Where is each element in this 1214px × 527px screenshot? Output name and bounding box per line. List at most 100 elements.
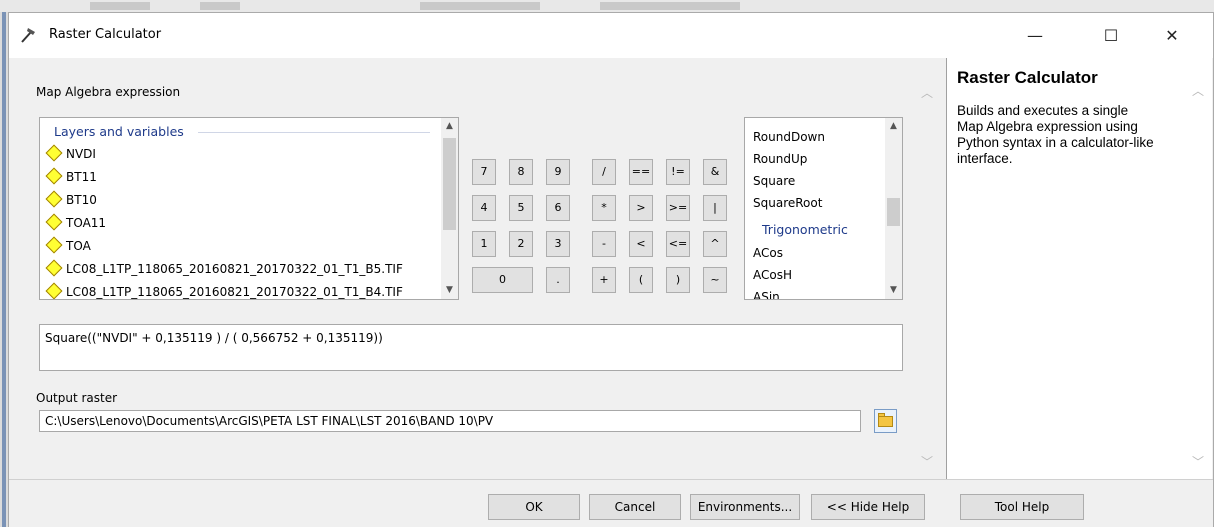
close-button[interactable]: ✕ bbox=[1149, 21, 1195, 51]
raster-layer-icon bbox=[45, 213, 63, 231]
calc-button[interactable]: ( bbox=[629, 267, 653, 293]
calc-button[interactable]: 2 bbox=[509, 231, 533, 257]
calc-button[interactable]: 7 bbox=[472, 159, 496, 185]
output-raster-path: C:\Users\Lenovo\Documents\ArcGIS\PETA LS… bbox=[45, 414, 494, 428]
chevron-up-icon[interactable]: ▲ bbox=[441, 118, 458, 135]
layers-list[interactable]: Layers and variables NVDI BT11 BT10 TOA1… bbox=[39, 117, 459, 300]
calc-button[interactable]: & bbox=[703, 159, 727, 185]
chevron-down-icon[interactable]: ﹀ bbox=[919, 453, 935, 470]
calc-button[interactable]: . bbox=[546, 267, 570, 293]
layer-item[interactable]: LC08_L1TP_118065_20160821_20170322_01_T1… bbox=[44, 282, 403, 299]
group-divider bbox=[198, 132, 430, 133]
layers-group-label: Layers and variables bbox=[54, 124, 184, 139]
layers-scrollbar[interactable]: ▲ ▼ bbox=[441, 118, 458, 299]
calc-button[interactable]: > bbox=[629, 195, 653, 221]
calc-button[interactable]: 8 bbox=[509, 159, 533, 185]
raster-calculator-dialog: Raster Calculator — ☐ ✕ Map Algebra expr… bbox=[8, 12, 1214, 527]
title-bar: Raster Calculator — ☐ ✕ bbox=[9, 13, 1213, 58]
calc-button[interactable]: + bbox=[592, 267, 616, 293]
calc-button[interactable]: >= bbox=[666, 195, 690, 221]
function-item[interactable]: RoundDown bbox=[753, 130, 825, 144]
functions-scrollbar[interactable]: ▲ ▼ bbox=[885, 118, 902, 299]
layer-item[interactable]: LC08_L1TP_118065_20160821_20170322_01_T1… bbox=[44, 259, 403, 280]
function-item[interactable]: ASin bbox=[753, 290, 780, 299]
ok-button[interactable]: OK bbox=[488, 494, 580, 520]
calc-button[interactable]: 4 bbox=[472, 195, 496, 221]
chevron-down-icon[interactable]: ▼ bbox=[885, 282, 902, 299]
function-group-label: Trigonometric bbox=[762, 222, 848, 237]
raster-layer-icon bbox=[45, 282, 63, 299]
calc-button[interactable]: == bbox=[629, 159, 653, 185]
layer-item[interactable]: NVDI bbox=[44, 144, 96, 165]
calc-button[interactable]: / bbox=[592, 159, 616, 185]
function-item[interactable]: RoundUp bbox=[753, 152, 807, 166]
layer-item[interactable]: BT11 bbox=[44, 167, 97, 188]
background-block bbox=[600, 2, 740, 10]
window-title: Raster Calculator bbox=[49, 27, 162, 42]
layer-label: BT10 bbox=[66, 193, 97, 207]
chevron-down-icon[interactable]: ﹀ bbox=[1192, 453, 1204, 470]
background-block bbox=[200, 2, 240, 10]
calc-button[interactable]: <= bbox=[666, 231, 690, 257]
expression-textbox[interactable]: Square(("NVDI" + 0,135119 ) / ( 0,566752… bbox=[39, 324, 903, 371]
layer-item[interactable]: TOA bbox=[44, 236, 91, 257]
calc-button[interactable]: ^ bbox=[703, 231, 727, 257]
layer-label: LC08_L1TP_118065_20160821_20170322_01_T1… bbox=[66, 262, 403, 276]
cancel-button[interactable]: Cancel bbox=[589, 494, 681, 520]
calc-button[interactable]: 0 bbox=[472, 267, 533, 293]
output-raster-input[interactable]: C:\Users\Lenovo\Documents\ArcGIS\PETA LS… bbox=[39, 410, 861, 432]
folder-icon bbox=[878, 416, 893, 427]
calc-button[interactable]: < bbox=[629, 231, 653, 257]
background-accent bbox=[2, 12, 6, 527]
chevron-up-icon[interactable]: ▲ bbox=[885, 118, 902, 135]
background-app-strip bbox=[0, 0, 1214, 12]
calc-button[interactable]: 5 bbox=[509, 195, 533, 221]
calc-button[interactable]: ~ bbox=[703, 267, 727, 293]
layer-item[interactable]: BT10 bbox=[44, 190, 97, 211]
calc-button[interactable]: 3 bbox=[546, 231, 570, 257]
raster-layer-icon bbox=[45, 167, 63, 185]
tool-help-button[interactable]: Tool Help bbox=[960, 494, 1084, 520]
calc-button[interactable]: * bbox=[592, 195, 616, 221]
layer-label: NVDI bbox=[66, 147, 96, 161]
parameters-scrollbar[interactable]: ︿ ﹀ bbox=[916, 58, 938, 479]
calc-button[interactable]: ) bbox=[666, 267, 690, 293]
output-raster-label: Output raster bbox=[36, 391, 118, 405]
expression-text: Square(("NVDI" + 0,135119 ) / ( 0,566752… bbox=[45, 331, 383, 345]
layer-item[interactable]: TOA11 bbox=[44, 213, 106, 234]
maximize-button[interactable]: ☐ bbox=[1088, 21, 1134, 51]
hammer-icon bbox=[21, 28, 35, 43]
help-title: Raster Calculator bbox=[957, 68, 1098, 87]
raster-layer-icon bbox=[45, 190, 63, 208]
function-item[interactable]: ACos bbox=[753, 246, 783, 260]
background-block bbox=[90, 2, 150, 10]
background-window-edge bbox=[0, 12, 8, 527]
function-item[interactable]: SquareRoot bbox=[753, 196, 822, 210]
environments-button[interactable]: Environments... bbox=[690, 494, 800, 520]
expression-label: Map Algebra expression bbox=[36, 85, 181, 99]
raster-layer-icon bbox=[45, 259, 63, 277]
calc-button[interactable]: 1 bbox=[472, 231, 496, 257]
function-item[interactable]: ACosH bbox=[753, 268, 792, 282]
hide-help-button[interactable]: << Hide Help bbox=[811, 494, 925, 520]
chevron-up-icon[interactable]: ︿ bbox=[1192, 82, 1204, 99]
calc-button[interactable]: - bbox=[592, 231, 616, 257]
calc-button[interactable]: | bbox=[703, 195, 727, 221]
scrollbar-thumb[interactable] bbox=[443, 138, 456, 230]
layer-label: TOA11 bbox=[66, 216, 107, 230]
scrollbar-thumb[interactable] bbox=[887, 198, 900, 226]
functions-list[interactable]: RoundDown RoundUp Square SquareRoot Trig… bbox=[744, 117, 903, 300]
chevron-down-icon[interactable]: ▼ bbox=[441, 282, 458, 299]
layer-label: TOA bbox=[66, 239, 91, 253]
calc-button[interactable]: 9 bbox=[546, 159, 570, 185]
calc-button[interactable]: 6 bbox=[546, 195, 570, 221]
browse-folder-button[interactable] bbox=[874, 409, 897, 433]
dialog-button-bar: OK Cancel Environments... << Hide Help T… bbox=[9, 479, 1213, 527]
chevron-up-icon[interactable]: ︿ bbox=[919, 84, 935, 101]
layer-label: BT11 bbox=[66, 170, 97, 184]
function-item[interactable]: Square bbox=[753, 174, 795, 188]
help-pane: Raster Calculator Builds and executes a … bbox=[946, 58, 1212, 479]
minimize-button[interactable]: — bbox=[1012, 21, 1058, 51]
background-block bbox=[420, 2, 540, 10]
calc-button[interactable]: != bbox=[666, 159, 690, 185]
